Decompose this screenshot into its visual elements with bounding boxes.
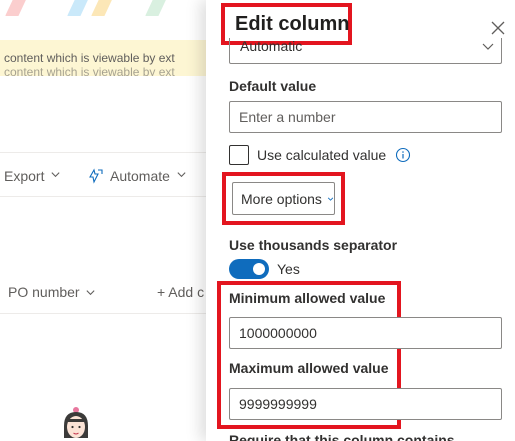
automate-label: Automate bbox=[110, 168, 170, 184]
require-value-label: Require that this column contains bbox=[229, 432, 455, 441]
thousands-separator-toggle[interactable] bbox=[229, 259, 269, 279]
command-bar: Export Automate bbox=[0, 164, 206, 188]
add-column-label: + Add c bbox=[157, 284, 205, 300]
calculated-value-label: Use calculated value bbox=[257, 147, 387, 163]
close-icon[interactable] bbox=[488, 18, 508, 38]
banner-text: content which is viewable by ext bbox=[4, 51, 175, 65]
calculated-value-checkbox[interactable] bbox=[229, 145, 249, 165]
calculated-value-row: Use calculated value bbox=[229, 144, 411, 166]
more-options-highlight-box: More options bbox=[222, 172, 345, 225]
toggle-knob bbox=[253, 263, 265, 275]
panel-title: Edit column bbox=[235, 13, 350, 35]
info-icon[interactable] bbox=[395, 147, 411, 163]
empty-state-illustration bbox=[64, 407, 88, 438]
minimum-value-label: Minimum allowed value bbox=[229, 290, 386, 306]
default-value-input[interactable] bbox=[229, 101, 502, 133]
automate-icon bbox=[89, 168, 103, 184]
list-column-headers: PO number + Add c bbox=[0, 282, 206, 302]
default-value-label: Default value bbox=[229, 78, 317, 94]
column-header-po-number[interactable]: PO number bbox=[8, 284, 96, 300]
add-column-button[interactable]: + Add c bbox=[157, 284, 204, 300]
chevron-down-icon bbox=[482, 43, 494, 50]
toggle-state-text: Yes bbox=[277, 261, 300, 277]
chevron-down-icon bbox=[50, 169, 61, 183]
more-options-button[interactable]: More options bbox=[232, 182, 335, 215]
banner-text-repeat: content which is viewable by ext bbox=[4, 65, 175, 76]
chevron-down-icon bbox=[86, 289, 95, 295]
thousands-separator-row: Yes bbox=[229, 259, 300, 279]
divider bbox=[0, 152, 206, 153]
export-label: Export bbox=[4, 168, 45, 184]
maximum-value-input[interactable] bbox=[229, 388, 502, 420]
decorative-header-image bbox=[0, 0, 206, 16]
more-options-label: More options bbox=[241, 190, 322, 207]
background-page: content which is viewable by ext content… bbox=[0, 0, 206, 441]
divider bbox=[0, 196, 206, 197]
external-sharing-banner: content which is viewable by ext content… bbox=[0, 40, 206, 76]
type-dropdown-value: Automatic bbox=[240, 38, 303, 54]
type-dropdown[interactable]: Automatic bbox=[229, 38, 502, 64]
divider bbox=[0, 313, 206, 314]
chevron-down-icon bbox=[327, 197, 334, 201]
chevron-down-icon bbox=[176, 169, 187, 183]
automate-button[interactable]: Automate bbox=[88, 168, 187, 184]
thousands-separator-label: Use thousands separator bbox=[229, 237, 398, 253]
export-button[interactable]: Export bbox=[4, 168, 61, 184]
minimum-value-input[interactable] bbox=[229, 317, 502, 349]
maximum-value-label: Maximum allowed value bbox=[229, 360, 389, 376]
edit-column-panel: Edit column Automatic Default value Use … bbox=[206, 0, 515, 441]
column-header-label: PO number bbox=[8, 284, 80, 300]
